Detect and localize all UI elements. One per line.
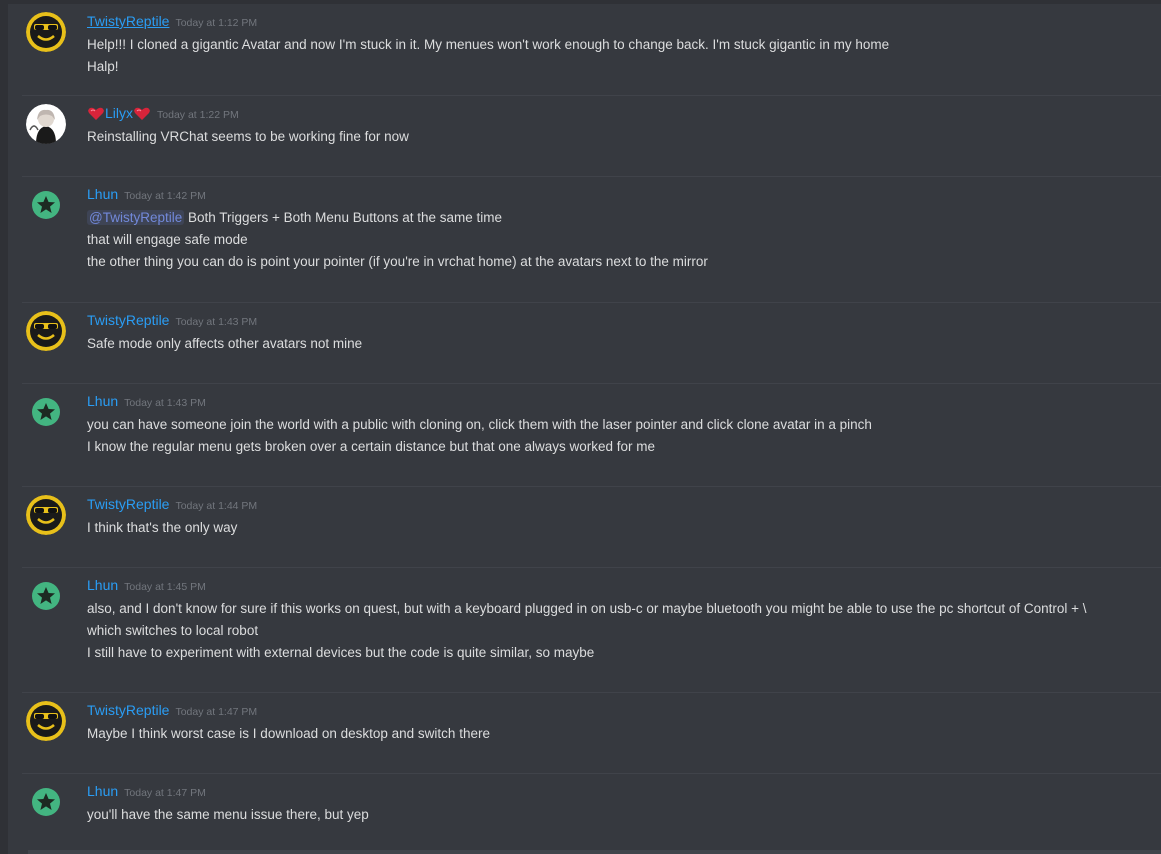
username[interactable]: Lhun (87, 577, 118, 593)
star-icon[interactable] (26, 782, 66, 822)
message-text: @TwistyReptile Both Triggers + Both Menu… (87, 207, 1151, 229)
timestamp: Today at 1:45 PM (124, 581, 206, 593)
timestamp: Today at 1:44 PM (175, 500, 258, 512)
message-group: Lhun Today at 1:42 PM @TwistyReptile Both… (22, 177, 1161, 303)
sunglasses-face-icon[interactable] (26, 701, 66, 741)
timestamp: Today at 1:43 PM (175, 316, 258, 328)
timestamp: Today at 1:47 PM (175, 706, 258, 718)
timestamp: Today at 1:43 PM (124, 397, 206, 409)
sunglasses-face-icon[interactable] (26, 495, 66, 535)
message-text: Reinstalling VRChat seems to be working … (87, 129, 409, 144)
star-icon[interactable] (26, 392, 66, 432)
message-text: the other thing you can do is point your… (87, 254, 708, 269)
timestamp: Today at 1:47 PM (124, 787, 206, 799)
username[interactable]: TwistyReptile (87, 13, 169, 29)
message-group: Lilyx Today at 1:22 PM Reinstalling VRCha… (22, 96, 1161, 177)
timestamp: Today at 1:22 PM (157, 109, 239, 121)
message-group: Lhun Today at 1:43 PM you can have someon… (22, 384, 1161, 487)
message-text: I still have to experiment with external… (87, 645, 595, 660)
sunglasses-face-icon[interactable] (26, 12, 66, 52)
star-icon[interactable] (26, 576, 66, 616)
message-text: I know the regular menu gets broken over… (87, 439, 656, 454)
username[interactable]: TwistyReptile (87, 496, 169, 512)
username[interactable]: TwistyReptile (87, 312, 169, 328)
message-group: TwistyReptile Today at 1:44 PM I think th… (22, 487, 1161, 568)
username[interactable]: Lilyx (105, 105, 133, 121)
username[interactable]: TwistyReptile (87, 702, 169, 718)
message-text: which switches to local robot (87, 623, 259, 638)
sunglasses-face-icon[interactable] (26, 311, 66, 351)
user-mention[interactable]: @TwistyReptile (87, 210, 185, 225)
heart-icon (88, 107, 104, 120)
message-group: TwistyReptile Today at 1:47 PM Maybe I th… (22, 693, 1161, 774)
heart-icon (134, 107, 150, 120)
composer-divider (28, 850, 1161, 854)
message-group: TwistyReptile Today at 1:43 PM Safe mode … (22, 303, 1161, 384)
username[interactable]: Lhun (87, 393, 118, 409)
message-text: you'll have the same menu issue there, b… (87, 807, 369, 822)
anime-girl-avatar[interactable] (26, 104, 66, 144)
message-group: Lhun Today at 1:45 PM also, and I don't k… (22, 568, 1161, 693)
message-text: Help!!! I cloned a gigantic Avatar and n… (87, 37, 890, 52)
message-text: Safe mode only affects other avatars not… (87, 336, 363, 351)
message-text: that will engage safe mode (87, 232, 248, 247)
message-text: I think that's the only way (87, 520, 238, 535)
message-group: Lhun Today at 1:47 PM you'll have the sam… (22, 774, 1161, 850)
message-group: TwistyReptile Today at 1:12 PM Help!!! I … (22, 4, 1161, 96)
message-text: Maybe I think worst case is I download o… (87, 726, 490, 741)
timestamp: Today at 1:12 PM (175, 17, 258, 29)
message-text: you can have someone join the world with… (87, 417, 872, 432)
message-text: also, and I don't know for sure if this … (87, 601, 1087, 616)
left-border (0, 0, 8, 854)
timestamp: Today at 1:42 PM (124, 190, 206, 202)
username[interactable]: Lhun (87, 186, 118, 202)
username[interactable]: Lhun (87, 783, 118, 799)
message-text-fragment: Both Triggers + Both Menu Buttons at the… (184, 210, 503, 225)
message-text: Halp! (87, 59, 119, 74)
star-icon[interactable] (26, 185, 66, 225)
